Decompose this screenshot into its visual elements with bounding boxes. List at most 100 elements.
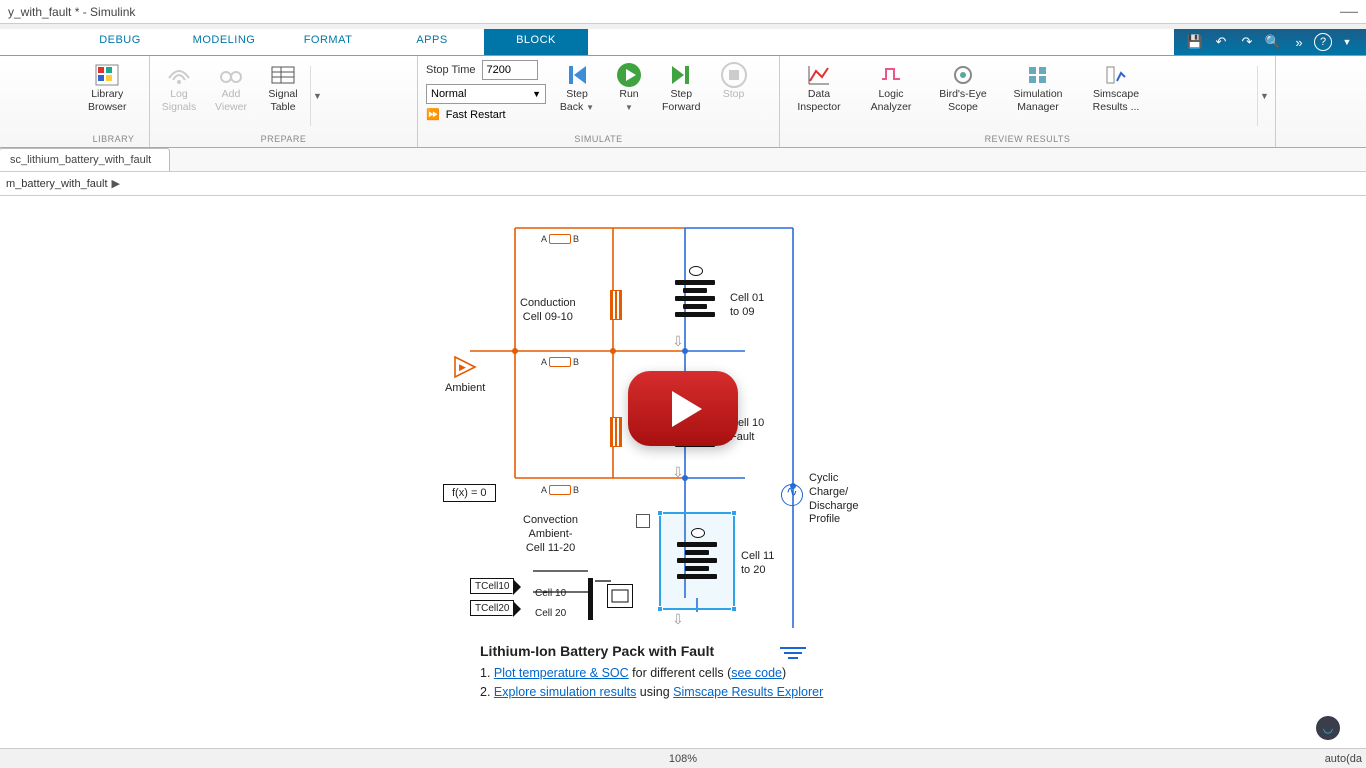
wifi-icon [167,62,191,88]
solver-info[interactable]: auto(da [1325,753,1366,765]
cell-01-09-label: Cell 01 to 09 [730,292,764,320]
stop-button[interactable]: Stop [709,60,759,132]
cell-11-20-block[interactable] [677,534,717,588]
data-inspector-button[interactable]: DataInspector [784,60,854,132]
zoom-level[interactable]: 108% [669,753,697,765]
library-browser-button[interactable]: LibraryBrowser [82,60,133,132]
diagram-footer: Lithium-Ion Battery Pack with Fault 1. P… [480,641,823,702]
video-play-button[interactable] [628,371,738,446]
model-tab[interactable]: sc_lithium_battery_with_fault [0,148,170,171]
see-code-link[interactable]: see code [731,666,782,680]
save-icon[interactable]: 💾 [1184,32,1206,52]
stop-time-input[interactable] [482,60,538,80]
arrow-down-icon: ⇩ [671,334,685,348]
breadcrumb-chevron-icon[interactable]: ▶ [112,177,120,190]
window-title: y_with_fault * - Simulink [8,5,135,19]
cell-01-09-block[interactable] [675,272,715,326]
grid-icon [1027,62,1049,88]
review-dropdown-icon[interactable]: ▼ [1257,66,1271,126]
run-button[interactable]: Run▼ [604,60,654,132]
statusbar: 108% auto(da [0,748,1366,768]
step-forward-button[interactable]: StepForward [656,60,707,132]
mux-label-2: Cell 20 [535,608,566,621]
redo-icon[interactable]: ↷ [1236,32,1258,52]
fast-restart-icon: ⏩ [426,108,440,121]
logic-analyzer-button[interactable]: LogicAnalyzer [856,60,926,132]
svg-text:▶: ▶ [459,362,466,372]
mux-block[interactable] [588,578,593,620]
binoculars-icon [219,62,243,88]
tab-debug[interactable]: DEBUG [68,29,172,55]
undo-icon[interactable]: ↶ [1210,32,1232,52]
step-back-button[interactable]: StepBack ▼ [552,60,602,132]
breadcrumb-item[interactable]: m_battery_with_fault [6,178,108,190]
tab-block[interactable]: BLOCK [484,29,588,55]
thermal-block-2[interactable] [610,417,622,447]
tab-modeling[interactable]: MODELING [172,29,276,55]
library-icon [95,62,119,88]
sim-mode-select[interactable]: Normal ▼ [426,84,546,104]
tab-format[interactable]: FORMAT [276,29,380,55]
tcell20-tag[interactable]: TCell20 [470,600,514,616]
step-back-icon [566,62,588,88]
stop-icon [721,62,747,88]
scope-icon [952,62,974,88]
convection-label: Convection Ambient- Cell 11-20 [523,514,578,555]
help-dropdown-icon[interactable]: ▼ [1336,32,1358,52]
group-library: LibraryBrowser LIBRARY [78,56,150,147]
step-forward-icon [670,62,692,88]
diagram-title: Lithium-Ion Battery Pack with Fault [480,641,823,662]
quick-access-bar: 💾 ↶ ↷ 🔍 » ? ▼ [1174,29,1366,55]
prepare-dropdown-icon[interactable]: ▼ [310,66,324,126]
conduction-block[interactable] [610,290,622,320]
solver-config-block[interactable]: f(x) = 0 [443,484,496,502]
mux-label-1: Cell 10 [535,588,566,601]
fast-restart-button[interactable]: ⏩ Fast Restart [426,108,546,121]
simulation-manager-button[interactable]: SimulationManager [1000,60,1076,132]
tab-apps[interactable]: APPS [380,29,484,55]
plot-link[interactable]: Plot temperature & SOC [494,666,629,680]
help-icon[interactable]: ? [1314,33,1332,51]
simscape-results-button[interactable]: SimscapeResults ... [1078,60,1154,132]
conduction-label: Conduction Cell 09-10 [520,297,576,325]
simscape-explorer-link[interactable]: Simscape Results Explorer [673,685,823,699]
tabstrip: DEBUG MODELING FORMAT APPS BLOCK 💾 ↶ ↷ 🔍… [0,29,1366,56]
chart-icon [808,62,830,88]
ambient-label: Ambient [445,382,485,396]
canvas[interactable]: AB AB AB Conduction Cell 09-10 ▶ Ambient… [0,196,1366,748]
thermal-port-ab-1[interactable]: AB [541,234,579,244]
play-icon [616,62,642,88]
ambient-block[interactable]: ▶ [453,355,473,379]
footer-line-2: 2. Explore simulation results using Sims… [480,683,823,702]
cyclic-profile-block[interactable] [781,484,803,506]
assistant-badge-icon[interactable]: ◡ [1316,716,1340,740]
breadcrumb-bar: m_battery_with_fault ▶ [0,172,1366,196]
signal-table-button[interactable]: SignalTable [258,60,308,132]
add-viewer-button[interactable]: AddViewer [206,60,256,132]
diagram-blocks: AB AB AB Conduction Cell 09-10 ▶ Ambient… [445,212,865,712]
thermal-port-ab-2[interactable]: AB [541,357,579,367]
titlebar: y_with_fault * - Simulink — [0,0,1366,24]
simulate-form: Stop Time Normal ▼ ⏩ Fast Restart [422,60,550,132]
minimize-icon[interactable]: — [1340,1,1358,22]
logic-icon [880,62,902,88]
arrow-down-icon-3: ⇩ [671,612,685,626]
sim-mode-value: Normal [431,88,466,100]
chevron-down-icon: ▼ [532,89,541,99]
port-block[interactable] [636,514,650,528]
more-icon[interactable]: » [1288,32,1310,52]
table-icon [271,62,295,88]
group-prepare: LogSignals AddViewer SignalTable ▼ PREPA… [150,56,418,147]
birds-eye-scope-button[interactable]: Bird's-EyeScope [928,60,998,132]
tcell10-tag[interactable]: TCell10 [470,578,514,594]
log-signals-button[interactable]: LogSignals [154,60,204,132]
scope-block[interactable] [607,584,633,608]
thermal-port-ab-3[interactable]: AB [541,485,579,495]
results-icon [1105,62,1127,88]
search-icon[interactable]: 🔍 [1262,32,1284,52]
explore-link[interactable]: Explore simulation results [494,685,636,699]
cyclic-profile-label: Cyclic Charge/ Discharge Profile [809,472,859,527]
footer-line-1: 1. Plot temperature & SOC for different … [480,664,823,683]
toolstrip: LibraryBrowser LIBRARY LogSignals AddVie… [0,56,1366,148]
group-simulate: Stop Time Normal ▼ ⏩ Fast Restart StepBa… [418,56,780,147]
